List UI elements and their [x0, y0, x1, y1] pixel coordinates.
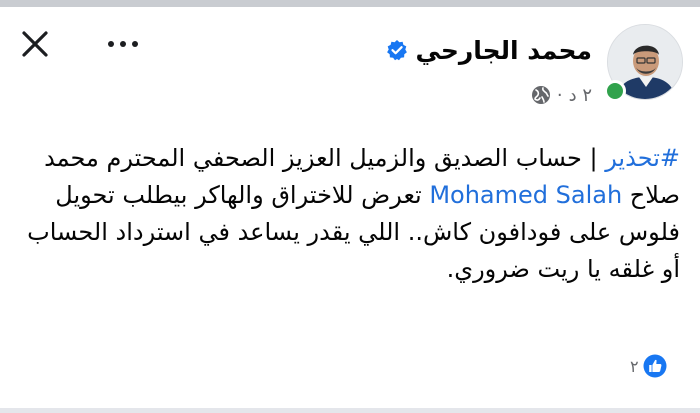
more-options-button[interactable]	[104, 34, 142, 54]
mention-link[interactable]: Mohamed Salah	[429, 181, 622, 209]
online-status-dot	[604, 80, 626, 102]
reactions-summary[interactable]: ٢	[630, 354, 667, 378]
top-divider	[0, 0, 700, 7]
meta-separator: ·	[556, 84, 563, 106]
close-icon	[22, 31, 48, 57]
author-row: محمد الجارحي	[386, 30, 592, 70]
like-reaction-icon	[643, 354, 667, 378]
author-name[interactable]: محمد الجارحي	[416, 36, 592, 65]
globe-icon	[531, 86, 550, 104]
more-horizontal-icon	[108, 41, 138, 47]
author-avatar[interactable]	[604, 24, 683, 102]
post-time[interactable]: ٢ د	[569, 85, 592, 106]
post-body: #تحذير | حساب الصديق والزميل العزيز الصح…	[20, 140, 680, 288]
close-button[interactable]	[18, 27, 52, 61]
hashtag-link[interactable]: #تحذير	[605, 144, 680, 172]
like-count: ٢	[630, 356, 639, 376]
verified-badge-icon	[386, 40, 407, 61]
post-meta: ٢ د ·	[531, 82, 592, 108]
bottom-divider	[0, 408, 700, 413]
